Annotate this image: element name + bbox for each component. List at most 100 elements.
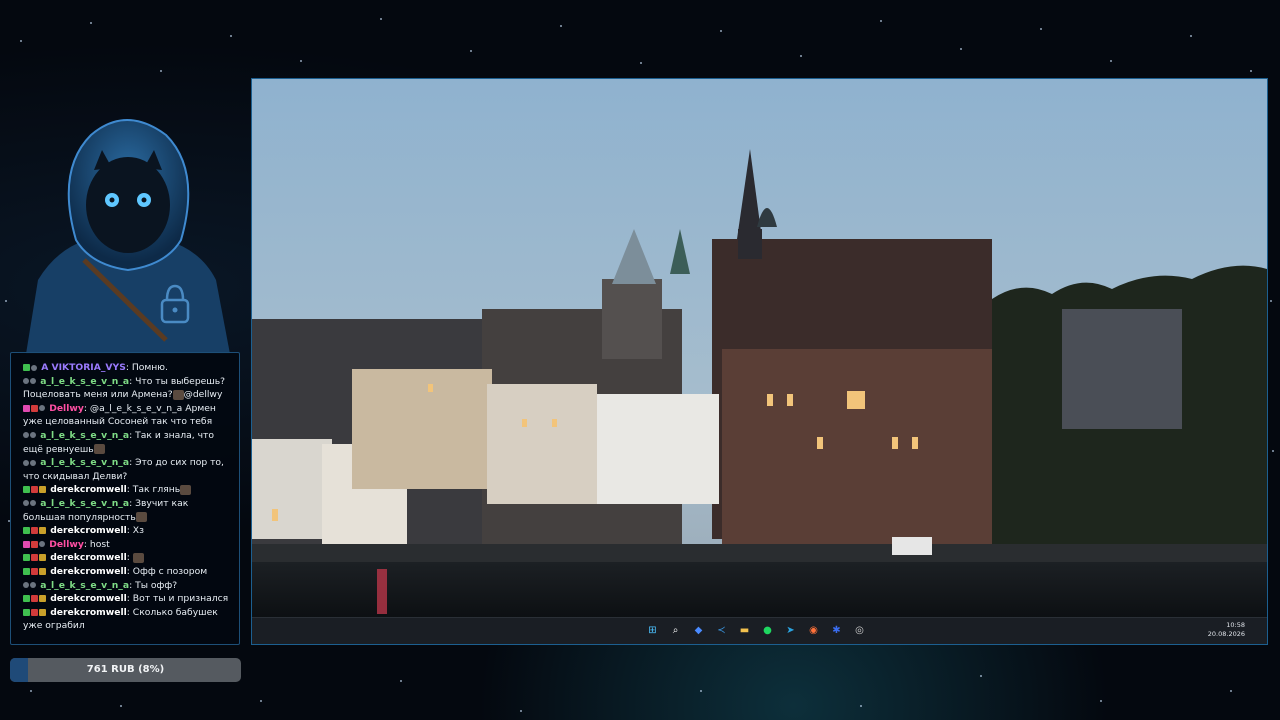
- chat-emote-icon: [135, 512, 147, 523]
- chat-badge-icon: [31, 567, 38, 575]
- chat-username[interactable]: a_l_e_k_s_e_v_n_a: [37, 580, 129, 591]
- chat-username[interactable]: Dellwy: [46, 403, 84, 414]
- chat-username[interactable]: A VIKTORIA_VYS: [38, 362, 126, 373]
- chat-badge-icon: [31, 364, 37, 371]
- chat-badge-icon: [31, 527, 38, 535]
- chat-text: Хз: [132, 525, 144, 537]
- chat-badge-icon: [23, 378, 29, 385]
- star: [980, 675, 982, 677]
- vscode-icon[interactable]: ≺: [713, 622, 730, 639]
- star: [960, 48, 962, 50]
- chat-badge-icon: [23, 500, 29, 507]
- star: [880, 20, 882, 22]
- stockholm-cityscape-photo: [252, 79, 1267, 619]
- chat-badge-icon: [30, 500, 36, 507]
- donation-goal-bar: 761 RUB (8%): [10, 658, 241, 682]
- chat-emote-icon: [132, 552, 144, 563]
- chat-message: derekcromwell:: [23, 551, 233, 565]
- chat-badge-icon: [30, 459, 36, 466]
- chat-badge-icon: [39, 486, 46, 494]
- star: [120, 705, 122, 707]
- chat-username[interactable]: a_l_e_k_s_e_v_n_a: [37, 430, 129, 441]
- chat-badge-icon: [23, 582, 29, 588]
- chat-badge-icon: [23, 554, 30, 562]
- chat-badge-icon: [23, 432, 29, 439]
- chat-text: Так глянь: [132, 484, 181, 496]
- app-icon-2[interactable]: ✱: [828, 622, 845, 639]
- chat-badge-icon: [30, 582, 36, 588]
- chat-message: a_l_e_k_s_e_v_n_a: Звучит как большая по…: [23, 497, 233, 524]
- chat-username[interactable]: derekcromwell: [47, 552, 127, 563]
- chat-username[interactable]: a_l_e_k_s_e_v_n_a: [37, 457, 129, 468]
- star: [300, 60, 302, 62]
- windows-taskbar: ⊞ ⌕ ◆ ≺ ▬ ● ➤ ◉ ✱ ◎ 10:58 20.08.2026: [252, 617, 1267, 644]
- chat-badge-icon: [23, 459, 29, 466]
- chat-message: Dellwy: @a_l_e_k_s_e_v_n_a Армен уже цел…: [23, 402, 233, 429]
- star: [20, 40, 22, 42]
- chat-badge-icon: [31, 486, 38, 494]
- chat-username[interactable]: derekcromwell: [47, 566, 127, 577]
- chat-badge-icon: [39, 595, 46, 603]
- chat-username[interactable]: Dellwy: [46, 539, 84, 550]
- chat-username[interactable]: derekcromwell: [47, 525, 127, 536]
- taskbar-date: 20.08.2026: [1207, 630, 1245, 638]
- taskbar-clock[interactable]: 10:58 20.08.2026: [1208, 621, 1245, 639]
- file-explorer-icon[interactable]: ▬: [736, 622, 753, 639]
- chat-badge-icon: [30, 378, 36, 385]
- star: [160, 70, 162, 72]
- search-icon[interactable]: ⌕: [667, 622, 684, 639]
- windows-start-icon[interactable]: ⊞: [644, 622, 661, 639]
- star: [1190, 35, 1192, 37]
- chat-badge-icon: [31, 404, 38, 412]
- chat-badge-icon: [23, 404, 30, 412]
- star: [260, 700, 262, 702]
- star: [90, 22, 92, 24]
- telegram-icon[interactable]: ➤: [782, 622, 799, 639]
- chat-badge-icon: [39, 567, 46, 575]
- chat-badge-icon: [23, 486, 30, 494]
- hooded-cat-avatar: [26, 119, 230, 354]
- chat-username[interactable]: a_l_e_k_s_e_v_n_a: [37, 376, 129, 387]
- chat-emote-icon: [180, 484, 192, 495]
- star: [380, 18, 382, 20]
- star: [640, 62, 642, 64]
- taskbar-icons: ⊞ ⌕ ◆ ≺ ▬ ● ➤ ◉ ✱ ◎: [644, 622, 868, 640]
- chat-badge-icon: [31, 554, 38, 562]
- chat-badge-icon: [31, 608, 38, 616]
- chat-message: derekcromwell: Офф с позором: [23, 565, 233, 579]
- star: [5, 300, 7, 302]
- firefox-icon[interactable]: ◉: [805, 622, 822, 639]
- chat-message: Dellwy: host: [23, 538, 233, 552]
- chat-message-list: A VIKTORIA_VYS: Помню. a_l_e_k_s_e_v_n_a…: [23, 361, 233, 633]
- chat-badge-icon: [23, 567, 30, 575]
- chat-badge-icon: [23, 364, 30, 371]
- star: [1230, 690, 1232, 692]
- chat-username[interactable]: derekcromwell: [47, 484, 127, 495]
- app-icon-1[interactable]: ◆: [690, 622, 707, 639]
- star: [560, 25, 562, 27]
- chat-badge-icon: [39, 405, 45, 412]
- chat-text: Офф с позором: [132, 565, 208, 577]
- chat-emote-icon: [172, 389, 184, 400]
- chat-text: host: [89, 538, 110, 550]
- spotify-icon[interactable]: ●: [759, 622, 776, 639]
- chat-message: A VIKTORIA_VYS: Помню.: [23, 361, 233, 375]
- chat-username[interactable]: a_l_e_k_s_e_v_n_a: [37, 498, 129, 509]
- chat-message: derekcromwell: Так глянь: [23, 483, 233, 497]
- chat-message: a_l_e_k_s_e_v_n_a: Так и знала, что ещё …: [23, 429, 233, 456]
- chat-badge-icon: [39, 541, 45, 548]
- chat-badge-icon: [31, 595, 38, 603]
- chat-emote-icon: [93, 444, 105, 455]
- chat-username[interactable]: derekcromwell: [47, 593, 127, 604]
- chat-panel[interactable]: A VIKTORIA_VYS: Помню. a_l_e_k_s_e_v_n_a…: [10, 352, 240, 645]
- chat-badge-icon: [30, 432, 36, 439]
- star: [700, 690, 702, 692]
- taskbar-time: 10:58: [1226, 621, 1245, 629]
- obs-icon[interactable]: ◎: [851, 622, 868, 639]
- chat-badge-icon: [39, 527, 46, 535]
- chat-badge-icon: [31, 540, 38, 548]
- star: [230, 35, 232, 37]
- chat-badge-icon: [39, 554, 46, 562]
- chat-username[interactable]: derekcromwell: [47, 607, 127, 618]
- star: [1270, 300, 1272, 302]
